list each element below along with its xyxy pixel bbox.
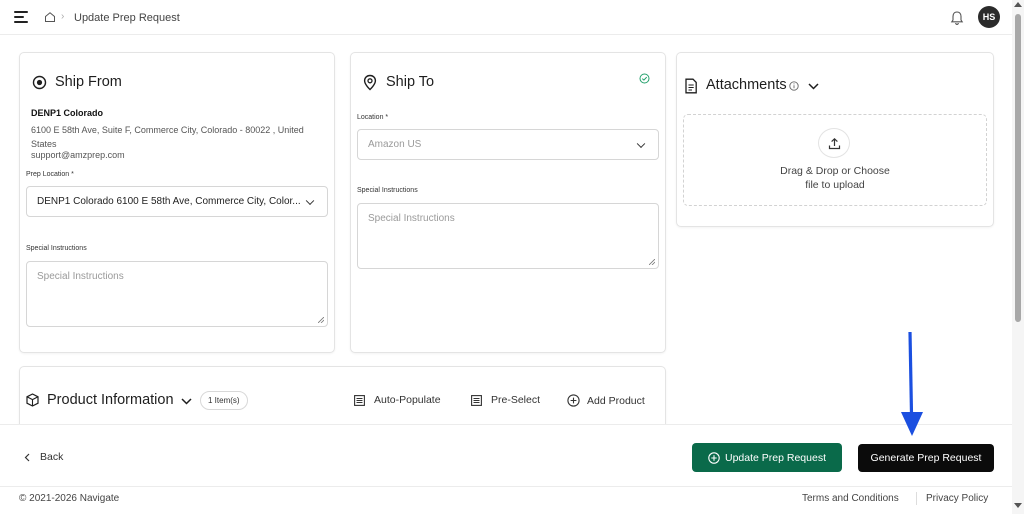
location-select[interactable]: Amazon US <box>357 129 659 160</box>
annotation-arrow <box>901 332 923 436</box>
map-pin-icon <box>363 74 377 91</box>
ship-from-special-input[interactable]: Special Instructions <box>26 261 328 327</box>
prep-location-label: Prep Location * <box>26 171 74 178</box>
breadcrumb-title: Update Prep Request <box>74 12 180 24</box>
chevron-right-icon: › <box>61 11 65 22</box>
scroll-up-arrow-icon[interactable] <box>1014 2 1022 7</box>
add-product-button[interactable]: Add Product <box>567 394 645 407</box>
item-count-badge: 1 Item(s) <box>200 391 248 410</box>
home-icon[interactable] <box>44 11 56 23</box>
back-label: Back <box>40 451 64 463</box>
top-bar: › Update Prep Request HS <box>0 0 1012 35</box>
update-button-label: Update Prep Request <box>725 451 826 464</box>
upload-line-2: file to upload <box>805 179 865 191</box>
chevron-down-icon <box>305 196 315 205</box>
copyright-text: © 2021-2026 Navigate <box>19 493 120 504</box>
add-product-label: Add Product <box>587 394 645 407</box>
chevron-left-icon <box>24 453 30 461</box>
upload-icon <box>828 137 840 149</box>
ship-from-special-label: Special Instructions <box>26 245 87 252</box>
document-icon <box>685 78 697 94</box>
generate-button-label: Generate Prep Request <box>870 452 982 464</box>
auto-populate-label: Auto-Populate <box>374 394 441 406</box>
list-icon <box>354 394 365 406</box>
location-placeholder: Amazon US <box>368 139 422 150</box>
ship-to-title: Ship To <box>386 74 435 90</box>
back-button[interactable]: Back <box>24 451 63 463</box>
footer-divider <box>0 486 1012 487</box>
bell-icon[interactable] <box>950 10 964 26</box>
link-divider <box>916 492 917 505</box>
chevron-down-icon[interactable] <box>181 398 192 405</box>
pre-select-label: Pre-Select <box>491 394 541 406</box>
chevron-down-icon[interactable] <box>808 83 819 90</box>
location-target-icon <box>32 75 47 90</box>
list-icon <box>471 394 482 406</box>
ship-from-address: 6100 E 58th Ave, Suite F, Commerce City,… <box>31 125 304 149</box>
prep-location-value: DENP1 Colorado 6100 E 58th Ave, Commerce… <box>37 196 301 207</box>
box-icon <box>26 393 39 407</box>
ship-from-title: Ship From <box>55 74 122 90</box>
chevron-down-icon <box>636 139 646 148</box>
pre-select-button[interactable]: Pre-Select <box>471 394 540 406</box>
avatar[interactable]: HS <box>978 6 1000 28</box>
upload-instructions: Drag & Drop or Choose file to upload <box>760 164 910 192</box>
prep-location-select[interactable]: DENP1 Colorado 6100 E 58th Ave, Commerce… <box>26 186 328 217</box>
ship-from-email: support@amzprep.com <box>31 150 125 160</box>
ship-to-special-label: Special Instructions <box>357 187 418 194</box>
scroll-down-arrow-icon[interactable] <box>1014 503 1022 508</box>
resize-grip-icon[interactable] <box>649 259 655 265</box>
privacy-link[interactable]: Privacy Policy <box>926 493 988 504</box>
scrollbar-thumb[interactable] <box>1015 14 1021 322</box>
location-label: Location * <box>357 114 389 121</box>
ship-from-special-placeholder: Special Instructions <box>37 271 124 282</box>
plus-circle-icon <box>708 451 720 464</box>
upload-button[interactable] <box>818 128 850 158</box>
product-info-title: Product Information <box>47 392 174 408</box>
check-circle-icon <box>639 73 650 84</box>
auto-populate-button[interactable]: Auto-Populate <box>354 394 441 406</box>
ship-to-special-input[interactable]: Special Instructions <box>357 203 659 269</box>
update-prep-request-button[interactable]: Update Prep Request <box>692 443 842 472</box>
terms-link[interactable]: Terms and Conditions <box>802 493 899 504</box>
plus-circle-icon <box>567 394 580 407</box>
upload-line-1: Drag & Drop or Choose <box>780 165 890 177</box>
info-icon[interactable] <box>789 81 799 91</box>
ship-to-special-placeholder: Special Instructions <box>368 213 455 224</box>
ship-from-name: DENP1 Colorado <box>31 108 104 118</box>
menu-icon[interactable] <box>14 11 28 23</box>
attachments-title: Attachments <box>706 77 787 93</box>
generate-prep-request-button[interactable]: Generate Prep Request <box>858 444 994 472</box>
resize-grip-icon[interactable] <box>318 317 324 323</box>
